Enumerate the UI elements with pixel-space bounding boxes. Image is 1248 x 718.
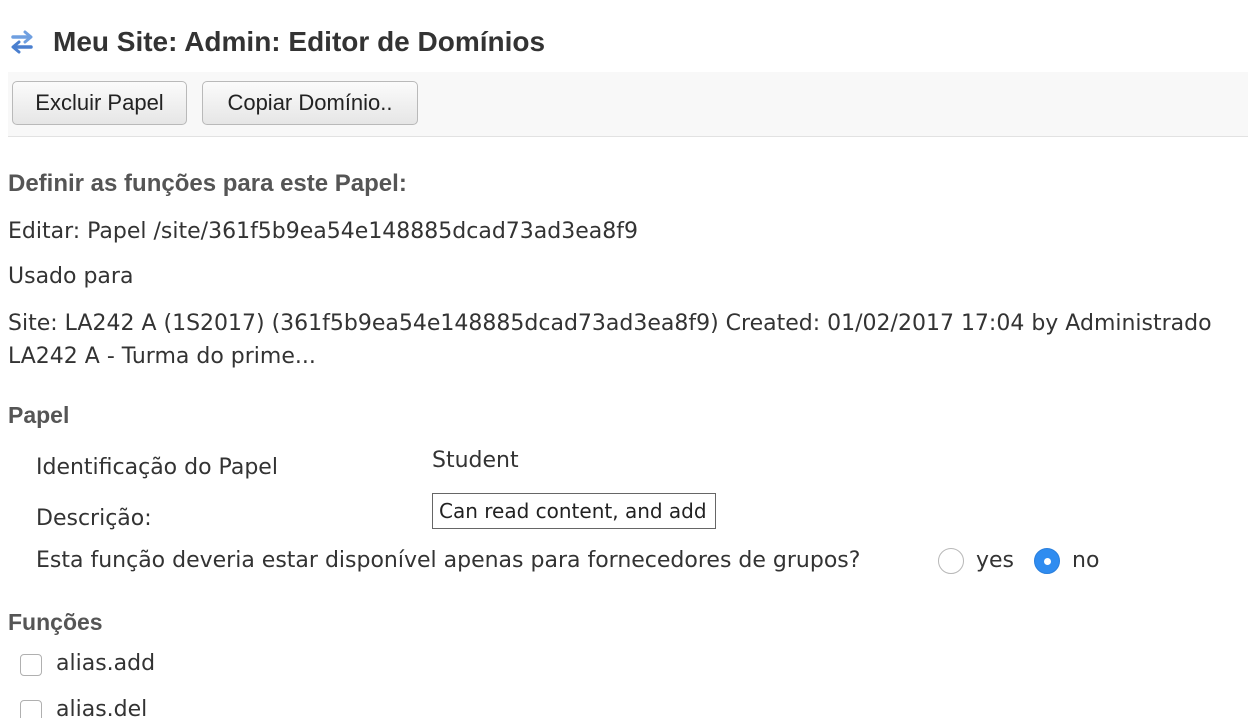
function-label-alias-del[interactable]: alias.del: [56, 697, 147, 718]
used-for-label: Usado para: [8, 264, 134, 289]
provider-no-label[interactable]: no: [1072, 548, 1099, 573]
page-header: Meu Site: Admin: Editor de Domínios: [8, 20, 545, 64]
description-label: Descrição:: [36, 506, 152, 531]
provider-question: Esta função deveria estar disponível ape…: [36, 548, 861, 573]
function-checkbox-alias-add[interactable]: [20, 654, 42, 676]
role-heading: Papel: [8, 402, 70, 428]
page: Meu Site: Admin: Editor de Domínios Excl…: [0, 0, 1248, 718]
edit-role-path: Editar: Papel /site/361f5b9ea54e148885dc…: [8, 219, 638, 244]
description-input[interactable]: [432, 493, 716, 529]
provider-yes-label[interactable]: yes: [976, 548, 1014, 573]
site-description-line: LA242 A - Turma do prime...: [8, 344, 316, 369]
copy-domain-button[interactable]: Copiar Domínio..: [202, 81, 418, 125]
function-checkbox-alias-del[interactable]: [20, 700, 42, 718]
function-label-alias-add[interactable]: alias.add: [56, 651, 155, 676]
provider-no-radio[interactable]: [1034, 548, 1060, 574]
action-toolbar: Excluir Papel Copiar Domínio..: [8, 72, 1248, 137]
site-info-line: Site: LA242 A (1S2017) (361f5b9ea54e1488…: [8, 311, 1212, 336]
role-id-value: Student: [432, 448, 519, 473]
swap-arrows-icon: [8, 28, 36, 56]
provider-yes-radio[interactable]: [938, 548, 964, 574]
delete-role-button[interactable]: Excluir Papel: [12, 81, 187, 125]
role-id-label: Identificação do Papel: [36, 455, 278, 480]
functions-heading: Definir as funções para este Papel:: [8, 170, 407, 197]
functions-list-heading: Funções: [8, 609, 103, 635]
page-title: Meu Site: Admin: Editor de Domínios: [53, 26, 546, 57]
